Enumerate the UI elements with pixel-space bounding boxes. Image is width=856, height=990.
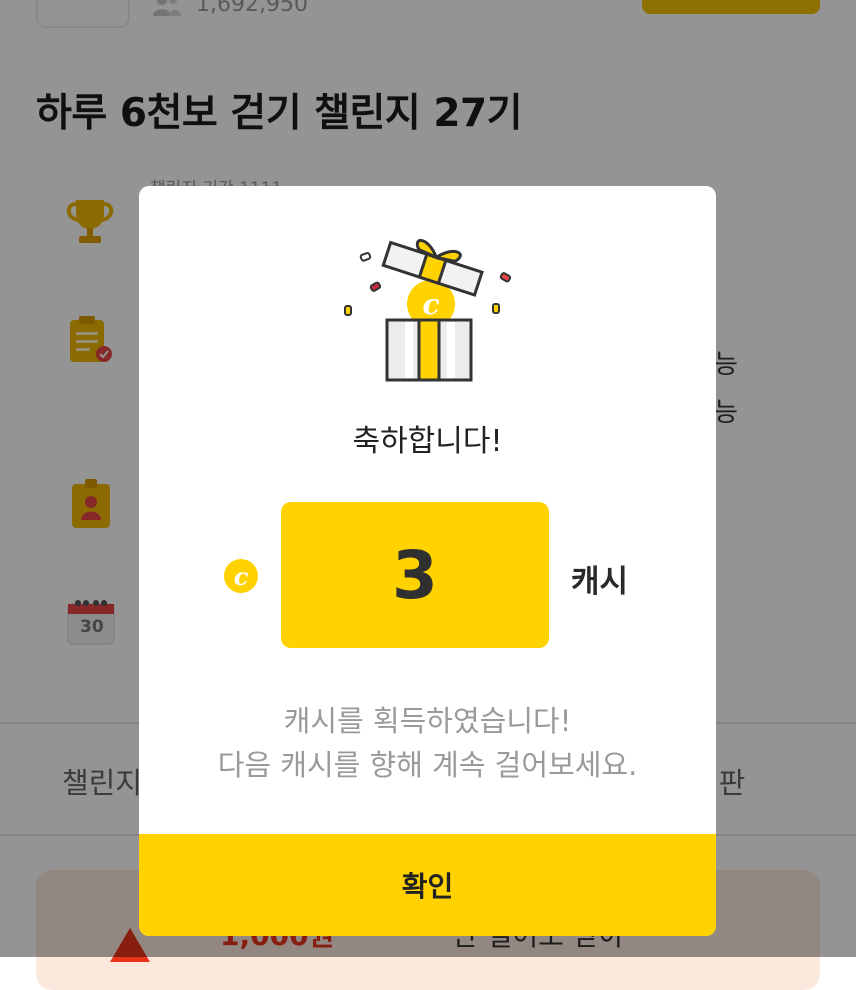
gift-box-icon: c xyxy=(344,239,512,382)
svg-text:c: c xyxy=(234,562,249,591)
reward-amount-box: 3 xyxy=(281,502,549,648)
reward-unit: 캐시 xyxy=(571,564,629,600)
reward-amount: 3 xyxy=(392,536,438,614)
confirm-button[interactable]: 확인 xyxy=(139,834,716,936)
reward-dialog: c 축하합니다! c 3 캐시 캐시를 획득하였습니다! 다음 캐시를 향해 계… xyxy=(139,186,716,936)
reward-message-line1: 캐시를 획득하였습니다! xyxy=(283,704,572,738)
reward-message-line2: 다음 캐시를 향해 계속 걸어보세요. xyxy=(217,748,638,782)
congrats-heading: 축하합니다! xyxy=(352,424,503,459)
cash-coin-icon: c xyxy=(224,559,258,593)
svg-text:c: c xyxy=(422,288,439,321)
